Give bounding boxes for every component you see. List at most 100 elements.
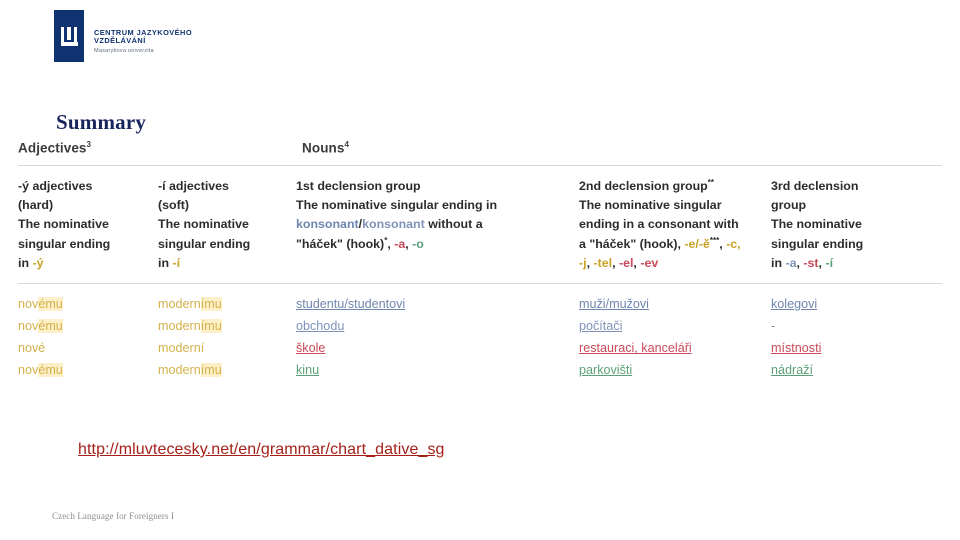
grammar-summary-table: Adjectives3 Nouns4 -ý adjectives (hard) … [18, 140, 942, 382]
decl2-title: 2nd declension group [579, 178, 708, 193]
soft-adj-line-2: (soft) [158, 197, 189, 212]
soft-adj-line-3: The nominative [158, 217, 249, 232]
logo-line-2: VZDĚLÁVÁNÍ [94, 36, 146, 46]
decl2-line-2: The nominative singular [579, 197, 722, 212]
soft-adj-line-5-prefix: in [158, 255, 173, 270]
decl2-ending-ev: -ev [640, 256, 659, 271]
list-item: novému [18, 316, 148, 338]
decl2-footnote-marker: ** [707, 177, 714, 187]
decl1-line-1: 1st declension group [296, 178, 421, 193]
soft-adj-line-5: in -í [158, 254, 286, 273]
decl1-line-3-tail: without a [424, 217, 483, 232]
word-ending: ému [38, 363, 63, 378]
decl3-line-2: group [771, 197, 807, 212]
adjectives-footnote-marker: 3 [86, 140, 92, 149]
list-item: místnosti [771, 341, 822, 356]
word-ending: ímu [200, 363, 222, 378]
list-item: parkovišti [579, 363, 633, 378]
decl3-ending-st: -st [803, 255, 819, 270]
word-stem: nov [18, 297, 39, 312]
word-ending: ímu [200, 297, 222, 312]
word-stem: modern [158, 363, 201, 378]
list-item: - [771, 319, 776, 334]
decl2-hacek-text: a "háček" (hook), [579, 236, 685, 251]
list-item: modernímu [158, 294, 286, 316]
desc-hard-adjectives: -ý adjectives (hard) The nominative sing… [18, 177, 158, 274]
examples-declension-2: muži/mužovi počítači restauraci, kancelá… [579, 294, 771, 382]
mu-monogram-icon [60, 26, 78, 46]
table-description-row: -ý adjectives (hard) The nominative sing… [18, 166, 942, 285]
decl3-ending-i: -í [825, 255, 834, 270]
list-item: obchodu [296, 319, 345, 334]
logo-wordmark: CENTRUM JAZYKOVÉHO VZDĚLÁVÁNÍ Masarykova… [94, 10, 192, 54]
decl3-line-1: 3rd declension [771, 178, 859, 193]
word-ending: ému [38, 319, 63, 334]
decl1-line-2: The nominative singular ending in [296, 197, 498, 212]
decl3-line-5: in -a, -st, -í [771, 254, 932, 273]
logo-line-3: Masarykova univerzita [94, 48, 154, 55]
decl1-konsonant-hard: konsonant [296, 217, 359, 232]
list-item: muži/mužovi [579, 297, 649, 312]
examples-hard-adjectives: novému novému nové novému [18, 294, 158, 382]
examples-declension-3: kolegovi - místnosti nádraží [771, 294, 942, 382]
nouns-footnote-marker: 4 [344, 140, 350, 149]
decl3-line-3: The nominative [771, 217, 862, 232]
hard-adj-line-5-prefix: in [18, 255, 33, 270]
word-stem: moderní [158, 341, 205, 356]
decl3-line-4: singular ending [771, 236, 864, 251]
adjectives-label: Adjectives [18, 140, 87, 156]
list-item: počítači [579, 319, 623, 334]
table-header-row: Adjectives3 Nouns4 [18, 140, 942, 166]
list-item: novému [18, 294, 148, 316]
decl1-konsonant-soft: konsonant [362, 217, 425, 232]
decl2-ending-tel: -tel [593, 256, 613, 271]
list-item: restauraci, kanceláři [579, 341, 692, 356]
word-ending: ému [38, 297, 63, 312]
mu-logo-mark [54, 10, 84, 62]
list-item: studentu/studentovi [296, 297, 406, 312]
decl3-line-5-prefix: in [771, 255, 786, 270]
word-stem: modern [158, 319, 201, 334]
list-item: modernímu [158, 316, 286, 338]
decl1-line-3: konsonant/konsonant without a [296, 215, 569, 234]
hard-adj-ending: -ý [32, 255, 44, 270]
list-item: moderní [158, 338, 286, 360]
column-group-adjectives: Adjectives3 [18, 140, 302, 156]
decl2-ending-footnote-marker: *** [709, 235, 720, 245]
soft-adj-line-4: singular ending [158, 236, 251, 251]
word-stem: nov [18, 319, 39, 334]
soft-adj-ending: -í [172, 255, 181, 270]
list-item: modernímu [158, 360, 286, 382]
word-stem: modern [158, 297, 201, 312]
list-item: nové [18, 338, 148, 360]
decl2-sep-3: , [612, 256, 619, 271]
word-stem: nov [18, 363, 39, 378]
nouns-label: Nouns [302, 140, 345, 156]
hard-adj-line-1: -ý adjectives [18, 178, 93, 193]
list-item: kolegovi [771, 297, 818, 312]
decl1-hacek-text: "háček" (hook) [296, 236, 385, 251]
list-item: kinu [296, 363, 320, 378]
decl2-line-4: a "háček" (hook), -e/-ě***, -c, [579, 235, 761, 254]
decl2-ending-e: -e/-ě [684, 236, 710, 251]
university-logo: CENTRUM JAZYKOVÉHO VZDĚLÁVÁNÍ Masarykova… [54, 10, 192, 62]
hard-adj-line-2: (hard) [18, 197, 54, 212]
list-item: škole [296, 341, 326, 356]
examples-soft-adjectives: modernímu modernímu moderní modernímu [158, 294, 296, 382]
table-examples-row: novému novému nové novému modernímu mode… [18, 284, 942, 382]
decl2-line-5: -j, -tel, -el, -ev [579, 254, 761, 273]
source-link[interactable]: http://mluvtecesky.net/en/grammar/chart_… [78, 441, 445, 459]
decl1-line-4: "háček" (hook)*, -a, -o [296, 235, 569, 254]
list-item: nádraží [771, 363, 814, 378]
word-stem: nové [18, 341, 46, 356]
desc-declension-3: 3rd declension group The nominative sing… [771, 177, 942, 274]
column-group-nouns: Nouns4 [302, 140, 702, 156]
decl2-ending-el: -el [618, 256, 634, 271]
decl2-line-3: ending in a consonant with [579, 217, 739, 232]
hard-adj-line-3: The nominative [18, 217, 109, 232]
hard-adj-line-5: in -ý [18, 254, 148, 273]
decl1-ending-o: -o [412, 236, 424, 251]
decl2-ending-c: -c, [726, 236, 741, 251]
decl2-ending-j: -j [579, 256, 587, 271]
word-ending: ímu [200, 319, 222, 334]
